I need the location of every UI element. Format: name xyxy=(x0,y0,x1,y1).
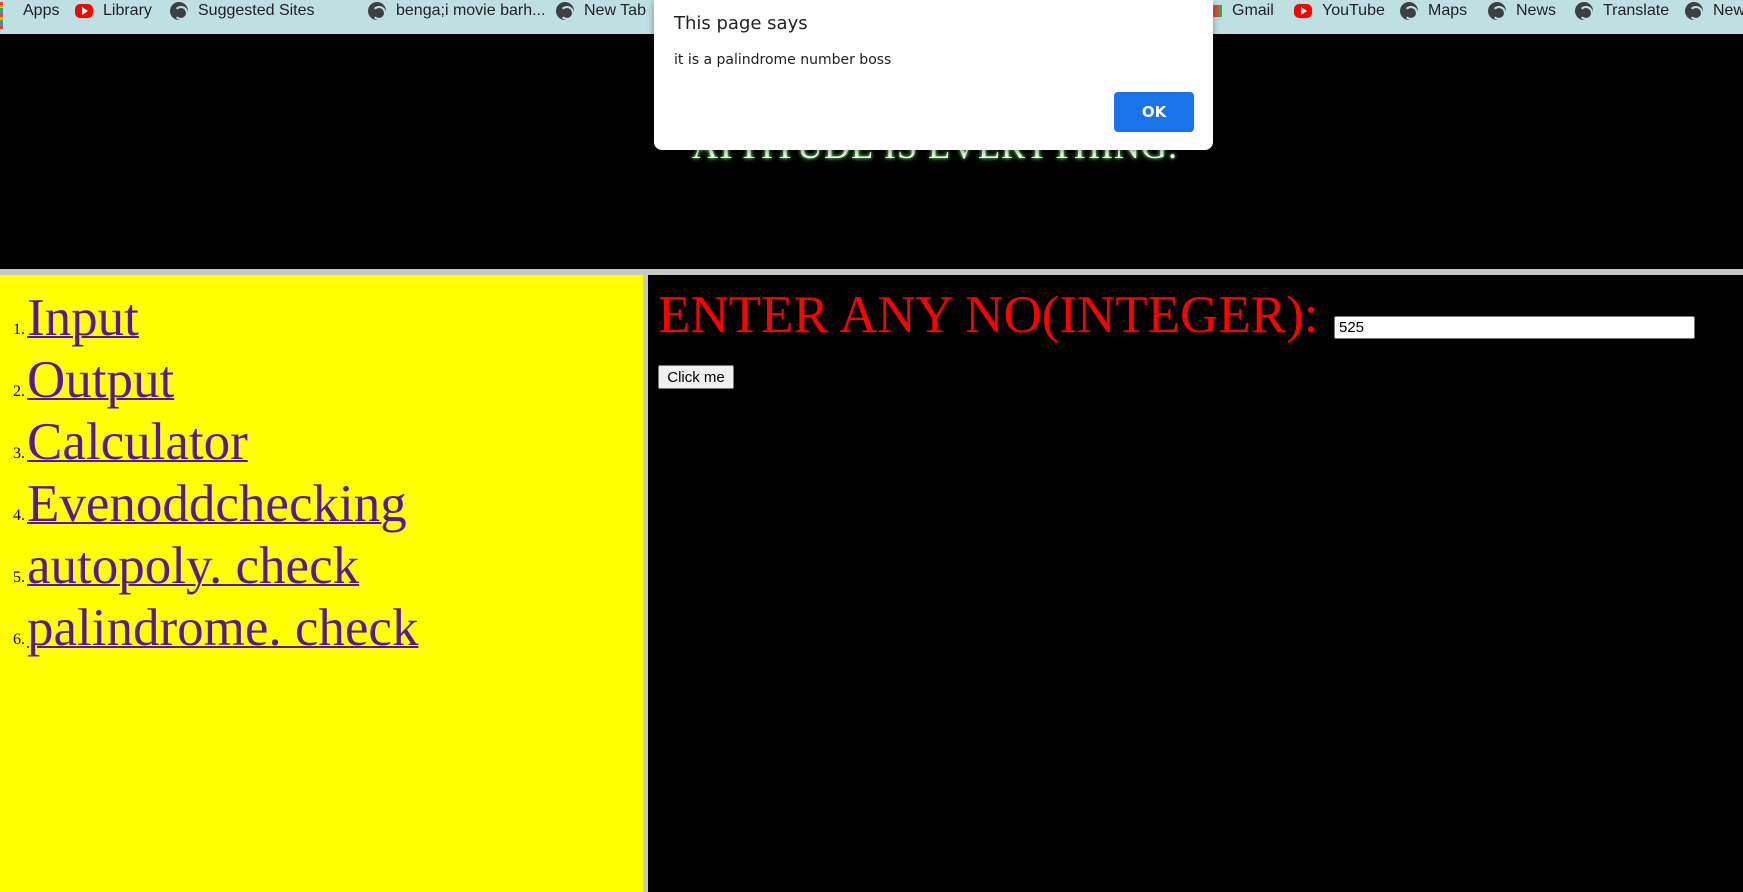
bookmark-label: Suggested Sites xyxy=(198,2,315,19)
bookmark-new-tab[interactable]: New Tab xyxy=(556,0,646,22)
list-number: 4. xyxy=(13,507,25,524)
bookmark-news[interactable]: News xyxy=(1488,0,1556,22)
nav-link-input[interactable]: Input xyxy=(27,287,139,349)
content-frame: ENTER ANY NO(INTEGER): Click me xyxy=(648,275,1743,892)
globe-icon xyxy=(1575,2,1593,20)
list-number: 2. xyxy=(13,383,25,400)
bookmark-label: Translate xyxy=(1603,2,1670,19)
globe-icon xyxy=(1488,2,1506,20)
bookmark-label: Apps xyxy=(23,2,60,19)
bookmark-library[interactable]: Library xyxy=(75,0,152,22)
globe-icon xyxy=(1400,2,1418,20)
dialog-title: This page says xyxy=(674,13,808,34)
bookmark-gmail[interactable]: Gmail xyxy=(1208,0,1274,22)
bookmark-translate[interactable]: Translate xyxy=(1575,0,1669,22)
bookmark-new[interactable]: New xyxy=(1685,0,1743,22)
nav-frame: 1. Input 2. Output 3. Calculator 4. Even… xyxy=(0,275,643,892)
integer-input[interactable] xyxy=(1334,316,1695,339)
integer-prompt-label: ENTER ANY NO(INTEGER): xyxy=(658,286,1319,344)
dialog-message: it is a palindrome number boss xyxy=(674,52,892,68)
bookmark-suggested-sites[interactable]: Suggested Sites xyxy=(170,0,315,22)
bookmark-label: New xyxy=(1713,2,1743,19)
bookmark-label: YouTube xyxy=(1322,2,1385,19)
list-item: 5. autopoly. check xyxy=(0,535,418,597)
nav-link-output[interactable]: Output xyxy=(27,349,174,411)
list-number: 5. xyxy=(13,569,25,586)
globe-icon xyxy=(1685,2,1703,20)
bookmark-label: News xyxy=(1516,2,1557,19)
globe-icon xyxy=(368,2,386,20)
bookmark-label: New Tab xyxy=(584,2,646,19)
bookmark-bengali-movie[interactable]: benga;i movie barh... xyxy=(368,0,545,22)
list-number: 3. xyxy=(13,445,25,462)
nav-link-autopoly-check[interactable]: autopoly. check xyxy=(27,535,359,597)
apps-grid-icon xyxy=(0,2,13,29)
list-item: 6. palindrome. check xyxy=(0,597,418,659)
list-item: 2. Output xyxy=(0,349,418,411)
nav-link-evenoddchecking[interactable]: Evenoddchecking xyxy=(27,473,407,535)
ok-button[interactable]: OK xyxy=(1114,92,1194,132)
bookmark-label: Library xyxy=(103,2,152,19)
globe-icon xyxy=(556,2,574,20)
nav-link-palindrome-check[interactable]: palindrome. check xyxy=(27,597,418,659)
list-item: 4. Evenoddchecking xyxy=(0,473,418,535)
bookmark-label: benga;i movie barh... xyxy=(396,2,546,19)
bookmark-apps[interactable]: Apps xyxy=(0,0,60,29)
alert-dialog: This page says it is a palindrome number… xyxy=(654,0,1213,150)
list-item: 3. Calculator xyxy=(0,411,418,473)
list-number: 1. xyxy=(13,321,25,338)
bookmark-label: Gmail xyxy=(1232,2,1274,19)
list-item: 1. Input xyxy=(0,287,418,349)
nav-link-calculator[interactable]: Calculator xyxy=(27,411,248,473)
list-number: 6. xyxy=(13,631,25,648)
globe-icon xyxy=(170,2,188,20)
nav-list: 1. Input 2. Output 3. Calculator 4. Even… xyxy=(0,287,418,659)
click-me-button[interactable]: Click me xyxy=(658,365,734,389)
youtube-icon xyxy=(75,4,93,18)
bookmark-label: Maps xyxy=(1428,2,1468,19)
youtube-icon xyxy=(1294,4,1312,18)
bookmark-maps[interactable]: Maps xyxy=(1400,0,1467,22)
bookmark-youtube[interactable]: YouTube xyxy=(1294,0,1385,22)
